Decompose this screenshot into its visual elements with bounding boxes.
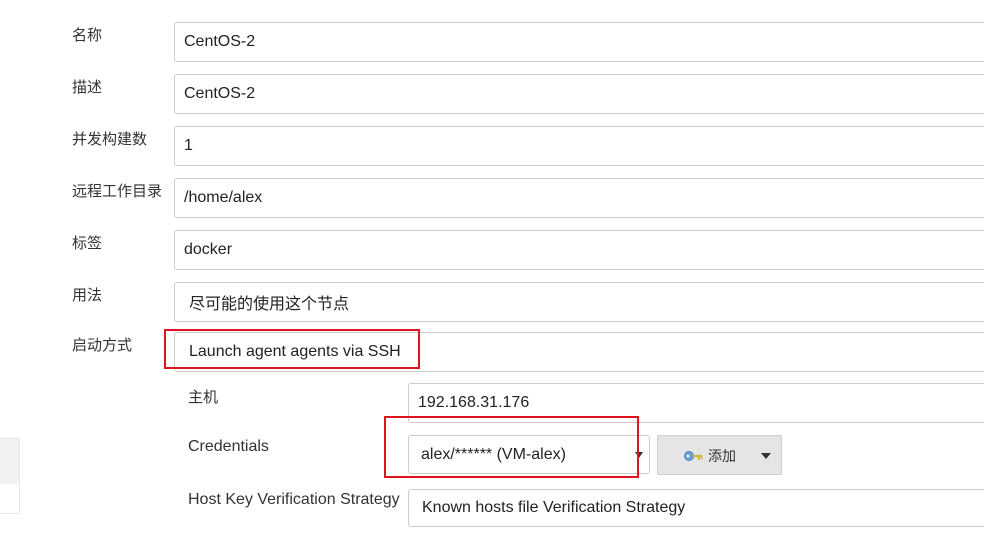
key-icon xyxy=(684,451,703,461)
labels-value: docker xyxy=(184,241,233,258)
add-button-chevron-down-icon[interactable] xyxy=(761,453,771,459)
executors-label: 并发构建数 xyxy=(72,130,148,148)
host-key-strategy-value: Known hosts file Verification Strategy xyxy=(422,499,686,516)
description-field[interactable]: CentOS-2 xyxy=(174,74,984,114)
usage-value: 尽可能的使用这个节点 xyxy=(189,296,350,313)
name-field[interactable]: CentOS-2 xyxy=(174,22,984,62)
credentials-label: Credentials xyxy=(188,438,269,455)
credentials-value: alex/****** (VM-alex) xyxy=(421,445,566,463)
usage-label: 用法 xyxy=(72,286,103,304)
remote-root-field[interactable]: /home/alex xyxy=(174,178,984,218)
credentials-dropdown-caret-icon xyxy=(635,452,643,458)
description-value: CentOS-2 xyxy=(184,85,256,102)
name-value: CentOS-2 xyxy=(184,33,256,50)
host-label: 主机 xyxy=(188,388,219,406)
executors-value: 1 xyxy=(184,137,193,154)
host-field[interactable]: 192.168.31.176 xyxy=(408,383,984,423)
remote-root-label: 远程工作目录 xyxy=(72,182,163,200)
add-button-label: 添加 xyxy=(708,449,736,465)
labels-label: 标签 xyxy=(72,234,103,252)
executors-field[interactable]: 1 xyxy=(174,126,984,166)
sidebar-stub-lower xyxy=(0,484,20,514)
launch-method-value: Launch agent agents via SSH xyxy=(189,343,401,360)
host-key-strategy-select[interactable]: Known hosts file Verification Strategy xyxy=(408,489,984,527)
remote-root-value: /home/alex xyxy=(184,189,263,206)
host-key-strategy-label: Host Key Verification Strategy xyxy=(188,491,400,508)
credentials-add-button[interactable]: 添加 xyxy=(657,435,782,475)
description-label: 描述 xyxy=(72,78,103,96)
sidebar-stub xyxy=(0,438,20,484)
usage-select[interactable]: 尽可能的使用这个节点 xyxy=(174,282,984,322)
launch-method-select[interactable]: Launch agent agents via SSH xyxy=(174,332,984,372)
host-value: 192.168.31.176 xyxy=(418,394,530,411)
name-label: 名称 xyxy=(72,26,103,44)
credentials-select[interactable]: alex/****** (VM-alex) xyxy=(408,435,650,474)
labels-field[interactable]: docker xyxy=(174,230,984,270)
launch-method-label: 启动方式 xyxy=(72,336,133,354)
